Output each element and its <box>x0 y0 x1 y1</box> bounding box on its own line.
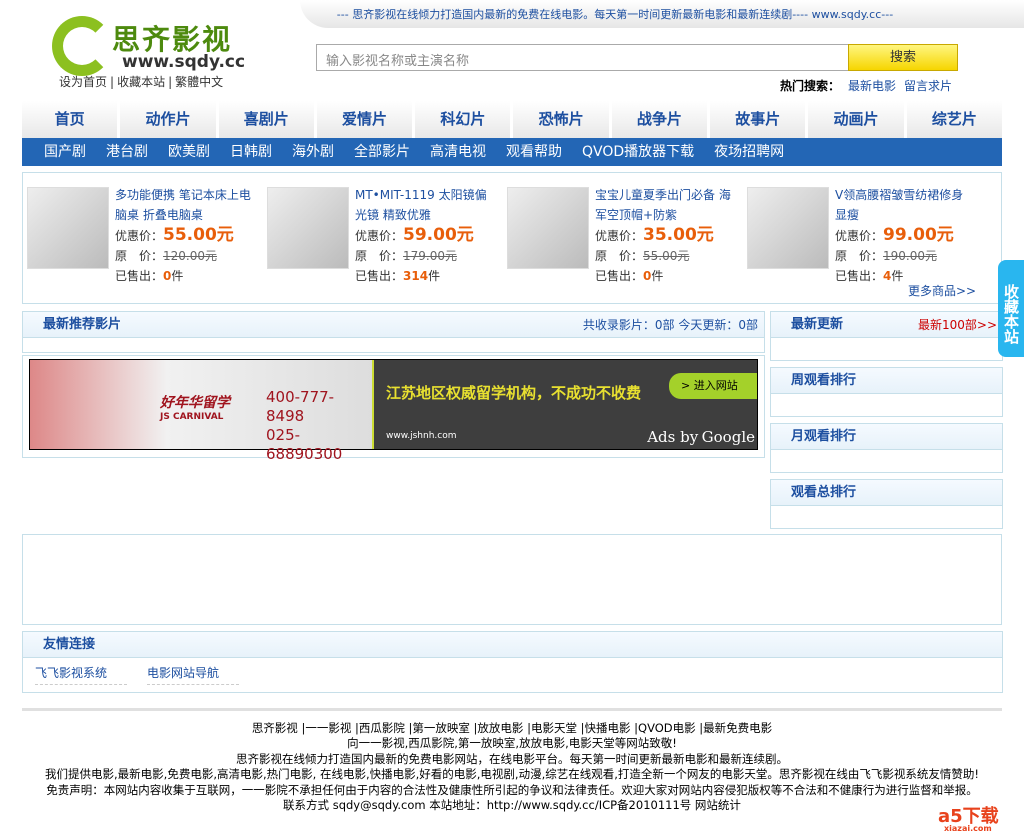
friend-links-title: 友情连接 <box>23 632 1002 658</box>
latest-updates-panel: 最新更新 最新100部>> <box>770 311 1003 361</box>
slogan: --- 思齐影视在线倾力打造国内最新的免费在线电影。每天第一时间更新最新电影和最… <box>336 8 894 21</box>
logo-ring-icon <box>52 16 112 76</box>
subnav-item[interactable]: 观看帮助 <box>506 138 562 166</box>
subnav-item[interactable]: 夜场招聘网 <box>714 138 784 166</box>
footer-line: 我们提供电影,最新电影,免费电影,高清电影,热门电影, 在线电影,快播电影,好看… <box>45 767 979 782</box>
nav-item[interactable]: 喜剧片 <box>219 101 317 138</box>
bookmark-link[interactable]: 收藏本站 <box>117 75 165 89</box>
product-price: 优惠价：55.00元 <box>115 225 234 245</box>
nav-item[interactable]: 爱情片 <box>317 101 416 138</box>
subnav-item[interactable]: 国产剧 <box>44 138 86 166</box>
nav-item[interactable]: 恐怖片 <box>513 101 612 138</box>
subnav-item[interactable]: 欧美剧 <box>168 138 210 166</box>
product-price: 优惠价：99.00元 <box>835 225 954 245</box>
footer-divider <box>22 708 1002 711</box>
nav-item[interactable]: 综艺片 <box>907 101 1002 138</box>
product-image[interactable] <box>267 187 349 269</box>
empty-panel <box>22 534 1002 625</box>
footer-links[interactable]: 思齐影视 |一一影视 |西瓜影院 |第一放映室 |放放电影 |电影天堂 |快播电… <box>0 721 1024 736</box>
sub-nav: 国产剧 港台剧 欧美剧 日韩剧 海外剧 全部影片 高清电视 观看帮助 QVOD播… <box>22 138 1002 166</box>
subnav-item[interactable]: QVOD播放器下载 <box>582 138 694 166</box>
subnav-item[interactable]: 全部影片 <box>354 138 410 166</box>
ad-site: www.jshnh.com <box>386 431 457 441</box>
nav-item[interactable]: 动作片 <box>120 101 219 138</box>
hot-link-latest[interactable]: 最新电影 <box>848 79 896 93</box>
friend-link[interactable]: 飞飞影视系统 <box>35 664 127 685</box>
weekly-title: 周观看排行 <box>771 368 1002 394</box>
footer-contact: 联系方式 sqdy@sqdy.com 本站地址：http://www.sqdy.… <box>283 798 741 813</box>
nav-item[interactable]: 首页 <box>22 101 121 138</box>
site-logo[interactable]: 思齐影视 www.sqdy.cc <box>50 8 245 76</box>
product-item[interactable]: 宝宝儿童夏季出门必备 海军空顶帽+防紫 优惠价：35.00元 原 价：55.00… <box>505 185 735 295</box>
product-sold: 已售出：0件 <box>595 269 664 283</box>
top-links: 设为首页 | 收藏本站 | 繁體中文 <box>59 75 224 89</box>
products-panel: 多功能便携 笔记本床上电脑桌 折叠电脑桌 优惠价：55.00元 原 价：120.… <box>22 172 1002 304</box>
product-item[interactable]: 多功能便携 笔记本床上电脑桌 折叠电脑桌 优惠价：55.00元 原 价：120.… <box>25 185 255 295</box>
product-price: 优惠价：59.00元 <box>355 225 474 245</box>
friend-link[interactable]: 电影网站导航 <box>147 664 239 685</box>
monthly-rank-panel: 月观看排行 <box>770 423 1003 473</box>
nav-item[interactable]: 战争片 <box>612 101 711 138</box>
ad-image: 好年华留学 JS CARNIVAL 400-777-8498 025-6889030… <box>30 360 372 463</box>
product-title[interactable]: MT•MIT-1119 太阳镜偏光镜 精致优雅 <box>355 185 495 225</box>
monthly-title: 月观看排行 <box>771 424 1002 450</box>
total-rank-panel: 观看总排行 <box>770 479 1003 529</box>
friend-links-panel: 友情连接 飞飞影视系统 电影网站导航 <box>22 631 1003 693</box>
total-title: 观看总排行 <box>771 480 1002 506</box>
hot-search-label: 热门搜索： <box>780 79 841 93</box>
product-price: 优惠价：35.00元 <box>595 225 714 245</box>
set-homepage-link[interactable]: 设为首页 <box>59 75 107 89</box>
ad-banner[interactable]: 好年华留学 JS CARNIVAL 400-777-8498 025-6889030… <box>29 359 758 463</box>
hot-search: 热门搜索： 最新电影 留言求片 <box>780 77 952 94</box>
hot-link-request[interactable]: 留言求片 <box>904 79 952 93</box>
product-title[interactable]: V领高腰褶皱雪纺裙修身显瘦 <box>835 185 975 225</box>
nav-item[interactable]: 动画片 <box>808 101 907 138</box>
product-sold: 已售出：314件 <box>355 269 441 283</box>
ad-panel: 好年华留学 JS CARNIVAL 400-777-8498 025-6889030… <box>22 355 765 463</box>
ad-enter-button[interactable]: > 进入网站 <box>669 373 757 399</box>
recommend-panel: 最新推荐影片 共收录影片：0部 今天更新：0部 <box>22 311 765 353</box>
product-original-price: 原 价：179.00元 <box>355 249 458 263</box>
footer-line: 思齐影视在线倾力打造国内最新的免费电影网站，在线电影平台。每天第一时间更新最新电… <box>236 751 788 766</box>
ad-brand: 好年华留学 JS CARNIVAL <box>160 395 230 422</box>
subnav-item[interactable]: 高清电视 <box>430 138 486 166</box>
bookmark-side-tab[interactable]: 收藏本站 <box>998 260 1024 357</box>
product-original-price: 原 价：55.00元 <box>595 249 690 263</box>
weekly-rank-panel: 周观看排行 <box>770 367 1003 417</box>
product-title[interactable]: 多功能便携 笔记本床上电脑桌 折叠电脑桌 <box>115 185 255 225</box>
product-sold: 已售出：0件 <box>115 269 184 283</box>
subnav-item[interactable]: 海外剧 <box>292 138 334 166</box>
ads-by-google[interactable]: Ads by Google <box>647 428 755 446</box>
logo-url: www.sqdy.cc <box>122 52 246 72</box>
product-title[interactable]: 宝宝儿童夏季出门必备 海军空顶帽+防紫 <box>595 185 735 225</box>
product-original-price: 原 价：120.00元 <box>115 249 218 263</box>
traditional-chinese-link[interactable]: 繁體中文 <box>175 75 223 89</box>
recommend-stats: 共收录影片：0部 今天更新：0部 <box>582 318 758 332</box>
product-image[interactable] <box>27 187 109 269</box>
subnav-item[interactable]: 日韩剧 <box>230 138 272 166</box>
search-input[interactable]: 输入影视名称或主演名称 <box>316 44 849 71</box>
footer: 思齐影视 |一一影视 |西瓜影院 |第一放映室 |放放电影 |电影天堂 |快播电… <box>0 721 1024 813</box>
ad-message: 江苏地区权威留学机构，不成功不收费 <box>386 384 642 402</box>
footer-disclaimer: 免责声明：本网站内容收集于互联网，一一影院不承担任何由于内容的合法性及健康性所引… <box>46 782 978 797</box>
a5-watermark-logo: a5下载 xiazai.com <box>938 806 999 833</box>
latest-100-link[interactable]: 最新100部>> <box>918 312 997 338</box>
product-item[interactable]: MT•MIT-1119 太阳镜偏光镜 精致优雅 优惠价：59.00元 原 价：1… <box>265 185 495 295</box>
product-image[interactable] <box>507 187 589 269</box>
subnav-item[interactable]: 港台剧 <box>106 138 148 166</box>
search-button[interactable]: 搜索 <box>848 44 958 71</box>
nav-item[interactable]: 故事片 <box>710 101 809 138</box>
main-nav: 首页 动作片 喜剧片 爱情片 科幻片 恐怖片 战争片 故事片 动画片 综艺片 <box>22 101 1002 138</box>
ad-phones: 400-777-8498 025-68890300 <box>266 388 343 463</box>
footer-line: 向一一影视,西瓜影院,第一放映室,放放电影,电影天堂等网站致敬! <box>347 736 677 751</box>
product-image[interactable] <box>747 187 829 269</box>
nav-item[interactable]: 科幻片 <box>415 101 514 138</box>
product-original-price: 原 价：190.00元 <box>835 249 938 263</box>
product-item[interactable]: V领高腰褶皱雪纺裙修身显瘦 优惠价：99.00元 原 价：190.00元 已售出… <box>745 185 975 295</box>
